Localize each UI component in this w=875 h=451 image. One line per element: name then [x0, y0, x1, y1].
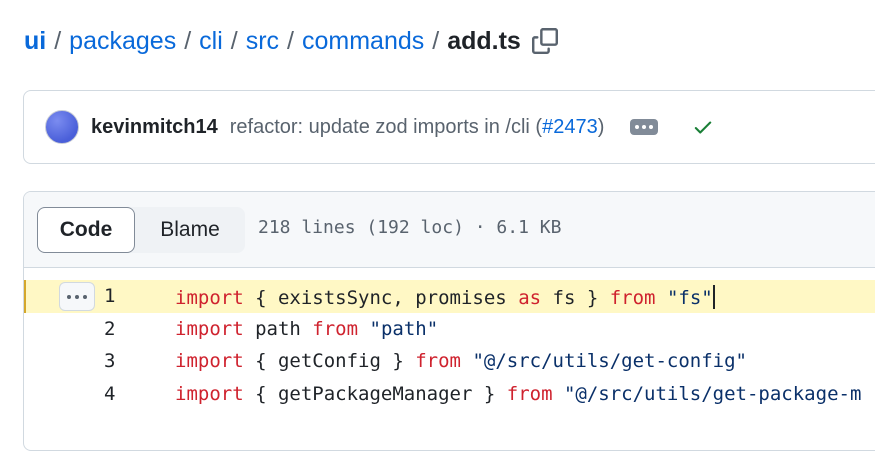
line-number[interactable]: 1	[104, 285, 115, 307]
breadcrumb-separator: /	[432, 26, 440, 55]
code-string: "@/src/utils/get-package-m	[563, 383, 862, 405]
line-options-button[interactable]	[59, 282, 95, 311]
dot-icon	[75, 294, 79, 299]
code-keyword: import	[175, 383, 244, 405]
code-string: "@/src/utils/get-config"	[472, 350, 747, 372]
breadcrumb-item-commands[interactable]: commands	[302, 27, 424, 56]
line-number[interactable]: 4	[104, 383, 115, 405]
code-text: { existsSync, promises	[243, 287, 519, 309]
code-line[interactable]: 1 import { existsSync, promises as fs } …	[24, 280, 875, 313]
check-status-icon[interactable]	[692, 116, 714, 138]
avatar[interactable]	[45, 110, 79, 144]
code-text: { getConfig }	[243, 350, 416, 372]
tab-code[interactable]: Code	[37, 207, 135, 253]
dot-icon	[83, 294, 87, 299]
code-string: "path"	[369, 318, 439, 340]
dot-icon	[642, 125, 647, 129]
copy-path-icon[interactable]	[531, 27, 559, 55]
code-line[interactable]: 4 import { getPackageManager } from "@/s…	[24, 378, 875, 411]
line-code: import { existsSync, promises as fs } fr…	[175, 285, 715, 309]
commit-message-suffix: )	[597, 115, 605, 138]
code-text: path	[243, 318, 313, 340]
tab-blame[interactable]: Blame	[135, 207, 245, 253]
breadcrumb-separator: /	[230, 26, 238, 55]
line-code: import { getConfig } from "@/src/utils/g…	[175, 350, 747, 372]
breadcrumb-current-file: add.ts	[447, 26, 521, 55]
code-text: fs }	[541, 287, 610, 309]
latest-commit-box: kevinmitch14 refactor: update zod import…	[23, 90, 875, 164]
breadcrumb-item-packages[interactable]: packages	[69, 27, 176, 56]
code-keyword: import	[175, 318, 244, 340]
dot-icon	[649, 125, 654, 129]
commit-message-text: refactor: update zod imports in /cli (	[229, 115, 543, 138]
code-keyword: from	[609, 287, 656, 309]
code-keyword: as	[518, 287, 542, 309]
commit-author[interactable]: kevinmitch14	[91, 116, 218, 139]
breadcrumb-separator: /	[287, 26, 294, 55]
code-keyword: import	[175, 350, 244, 372]
breadcrumb-separator: /	[184, 26, 192, 55]
commit-message[interactable]: refactor: update zod imports in /cli (#2…	[230, 116, 605, 139]
code-line[interactable]: 2 import path from "path"	[24, 313, 875, 346]
dot-icon	[635, 125, 640, 129]
file-header: Code Blame 218 lines (192 loc) · 6.1 KB	[24, 192, 875, 268]
code-string: "fs"	[666, 287, 713, 309]
code-keyword: from	[506, 383, 553, 405]
line-number[interactable]: 2	[104, 318, 115, 340]
breadcrumb: ui / packages / cli / src / commands / a…	[24, 24, 559, 58]
view-toggle: Code Blame	[37, 207, 245, 253]
breadcrumb-separator: /	[54, 26, 62, 55]
text-cursor	[712, 285, 715, 309]
file-meta: 218 lines (192 loc) · 6.1 KB	[258, 217, 562, 238]
code-text: { getPackageManager }	[243, 383, 507, 405]
file-viewer: Code Blame 218 lines (192 loc) · 6.1 KB …	[23, 191, 875, 451]
line-code: import { getPackageManager } from "@/src…	[175, 383, 861, 405]
breadcrumb-item-src[interactable]: src	[246, 27, 279, 56]
code-keyword: from	[312, 318, 359, 340]
code-keyword: from	[415, 350, 461, 372]
expand-commit-message-button[interactable]	[630, 119, 659, 135]
breadcrumb-item-cli[interactable]: cli	[199, 27, 223, 56]
pr-link[interactable]: #2473	[542, 116, 598, 138]
dot-icon	[67, 294, 71, 299]
line-number[interactable]: 3	[104, 350, 115, 372]
code-keyword: import	[175, 287, 244, 309]
line-code: import path from "path"	[175, 318, 438, 340]
breadcrumb-item-ui[interactable]: ui	[24, 27, 46, 56]
code-line[interactable]: 3 import { getConfig } from "@/src/utils…	[24, 345, 875, 378]
